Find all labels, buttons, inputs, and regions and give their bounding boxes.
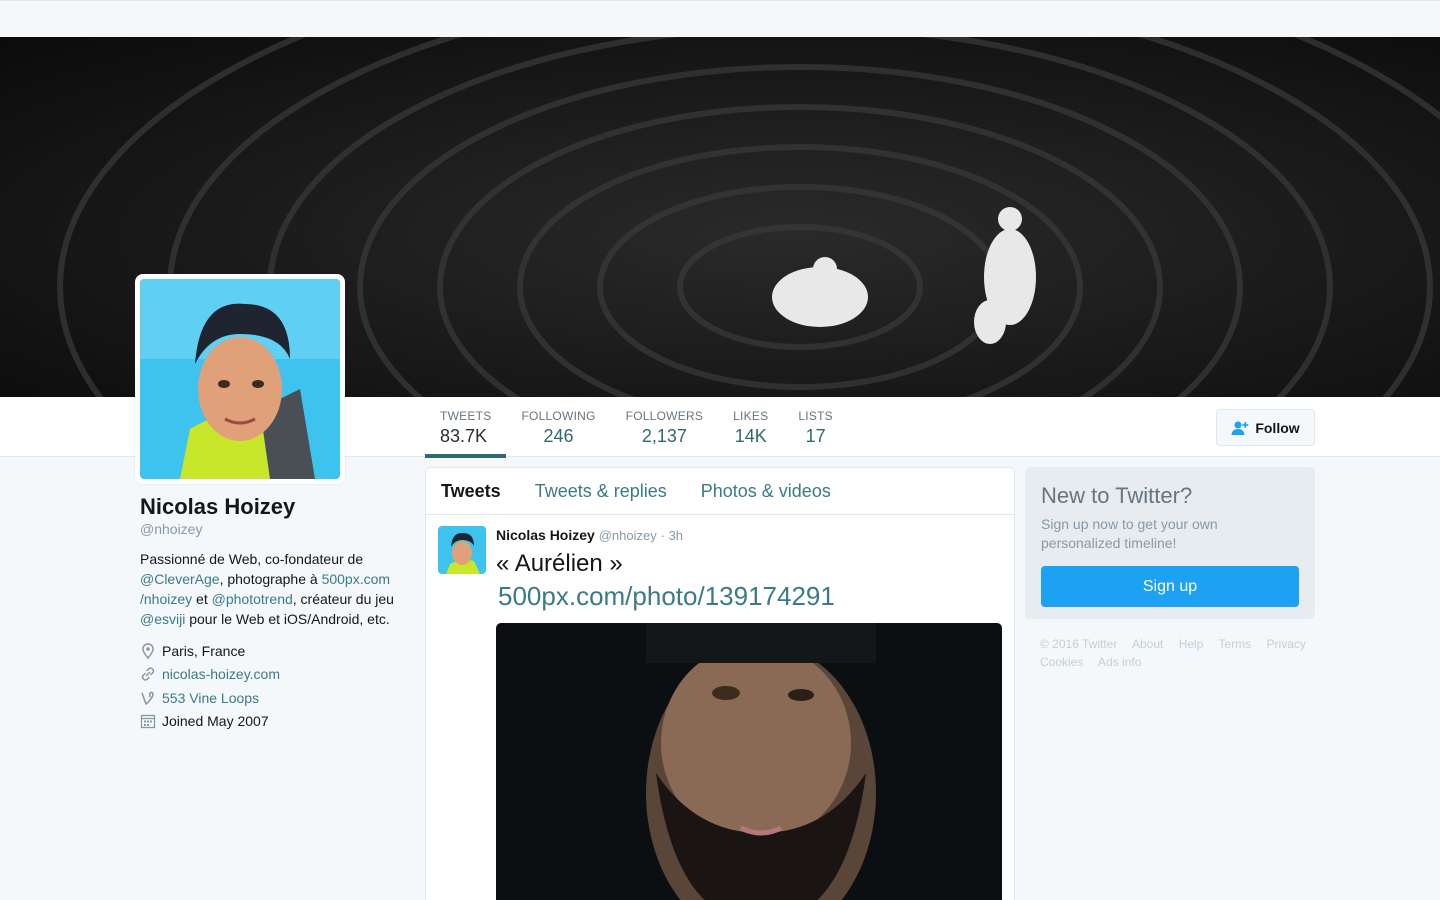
tab-tweets-replies[interactable]: Tweets & replies [535, 481, 667, 502]
vine-icon [140, 690, 156, 706]
footer-link-help[interactable]: Help [1179, 637, 1204, 651]
stat-following[interactable]: Following 246 [506, 397, 610, 457]
tweet-timestamp[interactable]: · 3h [661, 528, 683, 543]
profile-location: Paris, France [140, 639, 410, 663]
follow-label: Follow [1255, 419, 1300, 436]
profile-sidebar: Nicolas Hoizey @nhoizey Passionné de Web… [140, 493, 410, 733]
stat-value: 14K [734, 426, 767, 446]
footer-link-about[interactable]: About [1132, 637, 1163, 651]
timeline-tabs: Tweets Tweets & replies Photos & videos [426, 468, 1014, 515]
footer-link-ads-info[interactable]: Ads info [1098, 655, 1141, 669]
profile-website: nicolas-hoizey.com [140, 663, 410, 687]
vine-link[interactable]: 553 Vine Loops [162, 690, 259, 706]
tweet-link[interactable]: 500px.com/photo/139174291 [498, 580, 1002, 612]
location-pin-icon [140, 642, 156, 659]
add-user-icon [1231, 420, 1249, 436]
profile-name[interactable]: Nicolas Hoizey [140, 493, 410, 521]
footer-links: © 2016 Twitter About Help Terms Privacy … [1040, 635, 1320, 671]
stat-label: Likes [733, 409, 769, 423]
tweet-text: « Aurélien » [496, 550, 623, 577]
footer-link-terms[interactable]: Terms [1219, 637, 1252, 651]
stat-lists[interactable]: Lists 17 [783, 397, 848, 457]
stat-label: Followers [625, 409, 704, 423]
stat-label: Following [521, 409, 596, 423]
joined-text: Joined May 2007 [162, 713, 269, 730]
bio-mention-phototrend[interactable]: @phototrend [212, 591, 293, 607]
location-text: Paris, France [162, 642, 246, 659]
profile-handle[interactable]: @nhoizey [140, 521, 410, 537]
tweet-avatar[interactable] [438, 526, 486, 574]
stat-value: 17 [805, 426, 826, 446]
footer-copyright: © 2016 Twitter [1040, 637, 1118, 651]
stat-tweets[interactable]: Tweets 83.7K [425, 397, 507, 458]
tab-photos-videos[interactable]: Photos & videos [701, 481, 831, 502]
profile-bio: Passionné de Web, co-fondateur de @Cleve… [140, 549, 410, 629]
calendar-icon [140, 713, 156, 729]
stat-value: 246 [543, 426, 574, 446]
bio-link-500px[interactable]: 500px.com [322, 571, 390, 587]
stat-value: 2,137 [641, 426, 687, 446]
footer-link-cookies[interactable]: Cookies [1040, 655, 1083, 669]
signup-subtitle: Sign up now to get your own personalized… [1041, 516, 1218, 551]
tweet-author-name[interactable]: Nicolas Hoizey [496, 527, 595, 543]
stat-label: Lists [798, 409, 833, 423]
signup-card: New to Twitter? Sign up now to get your … [1025, 467, 1315, 619]
signup-title: New to Twitter? [1041, 483, 1193, 508]
profile-vine: 553 Vine Loops [140, 686, 410, 710]
tab-tweets[interactable]: Tweets [441, 481, 501, 502]
bio-mention-esviji[interactable]: @esviji [140, 611, 185, 627]
stat-likes[interactable]: Likes 14K [718, 397, 783, 457]
profile-meta: Paris, France nicolas-hoizey.com 553 Vin… [140, 639, 410, 733]
bio-link-500px-cont[interactable]: /nhoizey [140, 591, 192, 607]
profile-avatar[interactable] [135, 274, 345, 484]
profile-stats: Tweets 83.7K Following 246 Followers 2,1… [425, 397, 848, 458]
tweet-author-handle[interactable]: @nhoizey [599, 528, 657, 543]
stat-label: Tweets [440, 409, 492, 423]
stat-value: 83.7K [440, 426, 488, 446]
link-icon [140, 666, 156, 682]
profile-joined: Joined May 2007 [140, 710, 410, 734]
footer-link-privacy[interactable]: Privacy [1267, 637, 1306, 651]
bio-text: pour le Web et iOS/Android, etc. [185, 611, 390, 627]
stat-followers[interactable]: Followers 2,137 [611, 397, 719, 457]
tweet-photo[interactable] [496, 623, 1002, 900]
bio-mention-cleverage[interactable]: @CleverAge [140, 571, 220, 587]
bio-text: , créateur du jeu [292, 591, 394, 607]
website-link[interactable]: nicolas-hoizey.com [162, 666, 280, 682]
bio-text: et [192, 591, 212, 607]
follow-button[interactable]: Follow [1216, 409, 1315, 446]
bio-text: , photographe à [219, 571, 322, 587]
tweet-header: Nicolas Hoizey @nhoizey · 3h [496, 525, 1002, 546]
timeline: Tweets Tweets & replies Photos & videos … [425, 467, 1015, 900]
top-bar [0, 0, 1440, 37]
signup-button[interactable]: Sign up [1041, 566, 1299, 607]
tweet[interactable]: Nicolas Hoizey @nhoizey · 3h « Aurélien … [426, 515, 1014, 900]
bio-text: Passionné de Web, co-fondateur de [140, 551, 364, 567]
